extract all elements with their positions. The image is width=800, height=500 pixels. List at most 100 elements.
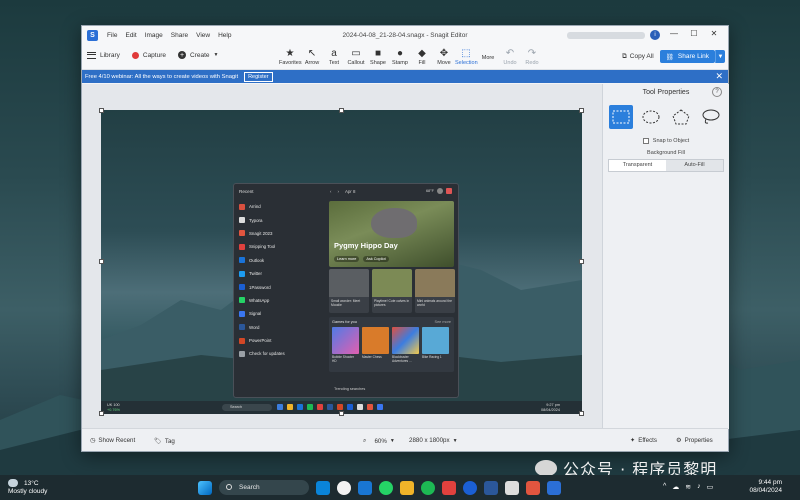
resize-handle[interactable] <box>579 411 584 416</box>
app-label: WhatsApp <box>249 297 270 303</box>
typora-icon[interactable] <box>505 480 519 495</box>
properties-button[interactable]: ⚙ Properties <box>676 437 713 444</box>
polygon-selection-button[interactable] <box>669 105 693 129</box>
chevron-down-icon: ▼ <box>389 438 395 444</box>
status-bar: ◷ Show Recent 🏷 Tag ⌕ 60% ▼ 2880 x 1800p… <box>82 428 728 451</box>
transparent-option[interactable]: Transparent <box>609 160 666 171</box>
snap-checkbox[interactable] <box>642 138 649 144</box>
resize-handle[interactable] <box>339 108 344 113</box>
recent-apps-list: Recent Arrind Typora Snagit 2023 Snippin… <box>239 189 325 361</box>
maximize-button[interactable]: ☐ <box>684 29 704 38</box>
help-icon[interactable]: ? <box>712 87 722 97</box>
chevron-down-icon: ▼ <box>452 437 458 444</box>
chevron-down-icon: ▼ <box>213 52 219 58</box>
copy-all-button[interactable]: ⧉ Copy All <box>622 53 654 61</box>
app-icon <box>239 350 245 357</box>
widget-header: ‹ › Apr 8 <box>330 189 355 194</box>
tool-fill[interactable]: ◆ Fill <box>411 46 433 67</box>
tool-more[interactable]: More <box>477 46 499 66</box>
chrome-icon[interactable] <box>337 480 351 495</box>
tool-label: Stamp <box>392 60 408 66</box>
menu-file[interactable]: File <box>107 32 117 39</box>
app-icon <box>377 404 383 410</box>
library-button[interactable]: Library <box>87 51 120 59</box>
snagit-taskbar-icon[interactable] <box>526 480 540 495</box>
redo-button[interactable]: ↷ Redo <box>521 46 543 67</box>
menu-view[interactable]: View <box>196 32 210 39</box>
edge-icon[interactable] <box>316 480 330 495</box>
whatsapp-icon[interactable] <box>379 480 393 495</box>
account-name[interactable] <box>567 32 645 39</box>
freehand-selection-button[interactable] <box>699 105 723 129</box>
snap-to-object[interactable]: Snap to Object <box>603 138 729 144</box>
word-icon[interactable] <box>484 480 498 495</box>
zoom-control[interactable]: ⌕ 60% ▼ <box>363 437 395 445</box>
volume-icon[interactable]: ♪ <box>697 483 701 491</box>
list-item: Outlook <box>239 254 325 267</box>
share-dropdown-button[interactable]: ▼ <box>715 50 725 63</box>
rectangle-selection-button[interactable] <box>609 105 633 129</box>
resize-handle[interactable] <box>99 411 104 416</box>
image-size-control[interactable]: 2880 x 1800px ▼ <box>409 437 458 444</box>
chevron-up-icon[interactable]: ^ <box>663 483 666 491</box>
resize-handle[interactable] <box>99 108 104 113</box>
webinar-banner: Free 4/10 webinar: All the ways to creat… <box>82 70 728 83</box>
battery-icon[interactable]: ▭ <box>707 483 714 491</box>
app-icon <box>317 404 323 410</box>
spotify-icon[interactable] <box>421 480 435 495</box>
tool-label: Favorites <box>279 60 302 66</box>
clock[interactable]: 9:44 pm 08/04/2024 <box>749 479 782 495</box>
menu-edit[interactable]: Edit <box>125 32 136 39</box>
tool-favorites[interactable]: ★ Favorites <box>279 46 302 67</box>
tool-stamp[interactable]: ● Stamp <box>389 46 411 67</box>
close-icon[interactable]: ✕ <box>715 71 723 82</box>
resize-handle[interactable] <box>339 411 344 416</box>
learn-more-button: Learn more <box>334 256 360 262</box>
effects-button[interactable]: ✦ Effects <box>630 437 657 444</box>
tag-button[interactable]: 🏷 Tag <box>154 437 175 446</box>
auto-fill-option[interactable]: Auto-Fill <box>666 160 723 171</box>
file-explorer-icon[interactable] <box>400 480 414 495</box>
menu-share[interactable]: Share <box>171 32 188 39</box>
windows-start-menu: Recent Arrind Typora Snagit 2023 Snippin… <box>233 183 459 398</box>
cloud-sync-icon[interactable]: ☁ <box>672 483 679 491</box>
outlook-icon[interactable] <box>358 480 372 495</box>
card-title: Playtime! Cute calves in pictures <box>374 299 410 307</box>
capture-button[interactable]: Capture <box>131 51 166 59</box>
account-info-icon[interactable]: i <box>650 30 660 40</box>
create-button[interactable]: + Create ▼ <box>178 51 218 59</box>
tool-callout[interactable]: ▭ Callout <box>345 46 367 67</box>
app-label: Arrind <box>249 204 261 210</box>
main-toolbar: Library Capture + Create ▼ ★ Favorites ↖ A… <box>82 45 728 70</box>
snipping-tool-icon[interactable] <box>442 480 456 495</box>
resize-handle[interactable] <box>579 259 584 264</box>
tool-shape[interactable]: ■ Shape <box>367 46 389 67</box>
share-link-button[interactable]: ⛓ Share Link <box>659 50 715 63</box>
resize-handle[interactable] <box>579 108 584 113</box>
tool-arrow[interactable]: ↖ Arrow <box>301 46 323 67</box>
tool-move[interactable]: ✥ Move <box>433 46 455 67</box>
game-tile: Blockbuster Adventures ... <box>392 327 419 363</box>
show-recent-button[interactable]: ◷ Show Recent <box>90 437 135 444</box>
captured-image[interactable]: Recent Arrind Typora Snagit 2023 Snippin… <box>101 110 582 414</box>
tool-selection[interactable]: ⬚ Selection <box>455 46 478 67</box>
wifi-icon[interactable]: ≋ <box>685 483 691 491</box>
undo-icon: ↶ <box>505 47 515 59</box>
ellipse-selection-button[interactable] <box>639 105 663 129</box>
resize-handle[interactable] <box>99 259 104 264</box>
windows-start-icon[interactable] <box>198 480 212 495</box>
app-icon <box>277 404 283 410</box>
tool-text[interactable]: a Text <box>323 46 345 67</box>
list-item: WhatsApp <box>239 294 325 307</box>
snagit-editor-taskbar-icon[interactable] <box>547 480 561 495</box>
menu-help[interactable]: Help <box>218 32 231 39</box>
1password-icon[interactable] <box>463 480 477 495</box>
taskbar-search[interactable]: Search <box>219 480 309 495</box>
editor-canvas[interactable]: Recent Arrind Typora Snagit 2023 Snippin… <box>82 84 602 429</box>
register-button[interactable]: Register <box>244 71 273 82</box>
menu-image[interactable]: Image <box>145 32 163 39</box>
undo-button[interactable]: ↶ Undo <box>499 46 521 67</box>
close-button[interactable]: ✕ <box>704 29 724 38</box>
star-icon: ★ <box>285 47 295 59</box>
minimize-button[interactable]: — <box>664 29 684 38</box>
